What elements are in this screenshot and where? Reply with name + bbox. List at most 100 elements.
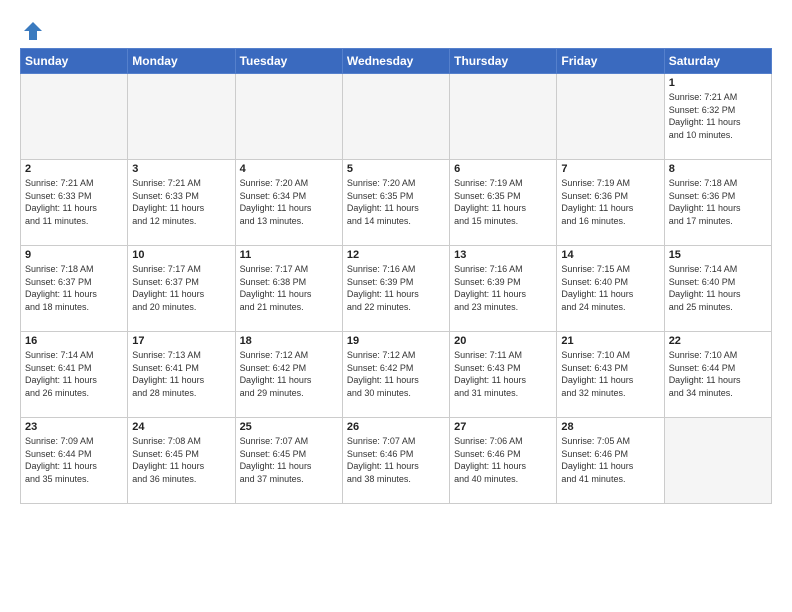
calendar-cell	[664, 418, 771, 504]
day-info: Sunrise: 7:19 AM Sunset: 6:35 PM Dayligh…	[454, 177, 552, 227]
calendar-cell: 28 Sunrise: 7:05 AM Sunset: 6:46 PM Dayli…	[557, 418, 664, 504]
day-number: 10	[132, 249, 230, 261]
calendar-cell: 8 Sunrise: 7:18 AM Sunset: 6:36 PM Daylig…	[664, 160, 771, 246]
weekday-header-sunday: Sunday	[21, 49, 128, 74]
day-number: 1	[669, 77, 767, 89]
day-info: Sunrise: 7:18 AM Sunset: 6:36 PM Dayligh…	[669, 177, 767, 227]
day-info: Sunrise: 7:14 AM Sunset: 6:40 PM Dayligh…	[669, 263, 767, 313]
calendar-cell	[128, 74, 235, 160]
day-number: 4	[240, 163, 338, 175]
day-number: 13	[454, 249, 552, 261]
day-number: 20	[454, 335, 552, 347]
day-info: Sunrise: 7:17 AM Sunset: 6:37 PM Dayligh…	[132, 263, 230, 313]
calendar-cell: 5Sunrise: 7:20 AM Sunset: 6:35 PM Daylig…	[342, 160, 449, 246]
calendar-cell: 26 Sunrise: 7:07 AM Sunset: 6:46 PM Dayli…	[342, 418, 449, 504]
day-info: Sunrise: 7:12 AM Sunset: 6:42 PM Dayligh…	[347, 349, 445, 399]
day-number: 2	[25, 163, 123, 175]
day-number: 14	[561, 249, 659, 261]
day-number: 9	[25, 249, 123, 261]
day-number: 8	[669, 163, 767, 175]
day-number: 7	[561, 163, 659, 175]
weekday-header-friday: Friday	[557, 49, 664, 74]
weekday-header-row: SundayMondayTuesdayWednesdayThursdayFrid…	[21, 49, 772, 74]
day-number: 24	[132, 421, 230, 433]
day-info: Sunrise: 7:20 AM Sunset: 6:34 PM Dayligh…	[240, 177, 338, 227]
day-info: Sunrise: 7:10 AM Sunset: 6:43 PM Dayligh…	[561, 349, 659, 399]
weekday-header-tuesday: Tuesday	[235, 49, 342, 74]
day-info: Sunrise: 7:15 AM Sunset: 6:40 PM Dayligh…	[561, 263, 659, 313]
day-info: Sunrise: 7:19 AM Sunset: 6:36 PM Dayligh…	[561, 177, 659, 227]
day-number: 26	[347, 421, 445, 433]
calendar-week-2: 2 Sunrise: 7:21 AM Sunset: 6:33 PM Daylig…	[21, 160, 772, 246]
day-info: Sunrise: 7:10 AM Sunset: 6:44 PM Dayligh…	[669, 349, 767, 399]
day-info: Sunrise: 7:05 AM Sunset: 6:46 PM Dayligh…	[561, 435, 659, 485]
calendar-cell: 11 Sunrise: 7:17 AM Sunset: 6:38 PM Dayli…	[235, 246, 342, 332]
day-info: Sunrise: 7:20 AM Sunset: 6:35 PM Dayligh…	[347, 177, 445, 227]
calendar-cell: 16 Sunrise: 7:14 AM Sunset: 6:41 PM Dayli…	[21, 332, 128, 418]
calendar-week-5: 23Sunrise: 7:09 AM Sunset: 6:44 PM Dayli…	[21, 418, 772, 504]
day-number: 25	[240, 421, 338, 433]
calendar-cell: 6 Sunrise: 7:19 AM Sunset: 6:35 PM Daylig…	[450, 160, 557, 246]
day-number: 15	[669, 249, 767, 261]
calendar-week-3: 9Sunrise: 7:18 AM Sunset: 6:37 PM Daylig…	[21, 246, 772, 332]
weekday-header-thursday: Thursday	[450, 49, 557, 74]
day-number: 19	[347, 335, 445, 347]
day-number: 18	[240, 335, 338, 347]
calendar-cell: 4 Sunrise: 7:20 AM Sunset: 6:34 PM Daylig…	[235, 160, 342, 246]
calendar-cell: 7 Sunrise: 7:19 AM Sunset: 6:36 PM Daylig…	[557, 160, 664, 246]
day-info: Sunrise: 7:07 AM Sunset: 6:45 PM Dayligh…	[240, 435, 338, 485]
calendar-cell: 25 Sunrise: 7:07 AM Sunset: 6:45 PM Dayli…	[235, 418, 342, 504]
day-number: 6	[454, 163, 552, 175]
header	[20, 20, 772, 38]
day-number: 16	[25, 335, 123, 347]
day-info: Sunrise: 7:21 AM Sunset: 6:32 PM Dayligh…	[669, 91, 767, 141]
day-info: Sunrise: 7:11 AM Sunset: 6:43 PM Dayligh…	[454, 349, 552, 399]
day-info: Sunrise: 7:21 AM Sunset: 6:33 PM Dayligh…	[25, 177, 123, 227]
day-info: Sunrise: 7:06 AM Sunset: 6:46 PM Dayligh…	[454, 435, 552, 485]
day-number: 12	[347, 249, 445, 261]
day-number: 3	[132, 163, 230, 175]
calendar-week-4: 16 Sunrise: 7:14 AM Sunset: 6:41 PM Dayli…	[21, 332, 772, 418]
calendar-cell: 19 Sunrise: 7:12 AM Sunset: 6:42 PM Dayli…	[342, 332, 449, 418]
day-info: Sunrise: 7:16 AM Sunset: 6:39 PM Dayligh…	[454, 263, 552, 313]
day-info: Sunrise: 7:08 AM Sunset: 6:45 PM Dayligh…	[132, 435, 230, 485]
calendar-cell	[557, 74, 664, 160]
calendar-cell	[21, 74, 128, 160]
day-info: Sunrise: 7:13 AM Sunset: 6:41 PM Dayligh…	[132, 349, 230, 399]
calendar-cell	[450, 74, 557, 160]
day-number: 22	[669, 335, 767, 347]
day-info: Sunrise: 7:17 AM Sunset: 6:38 PM Dayligh…	[240, 263, 338, 313]
calendar-cell: 3 Sunrise: 7:21 AM Sunset: 6:33 PM Daylig…	[128, 160, 235, 246]
day-number: 27	[454, 421, 552, 433]
logo-icon	[22, 20, 44, 42]
day-info: Sunrise: 7:12 AM Sunset: 6:42 PM Dayligh…	[240, 349, 338, 399]
calendar-cell	[342, 74, 449, 160]
calendar-cell: 23Sunrise: 7:09 AM Sunset: 6:44 PM Dayli…	[21, 418, 128, 504]
day-info: Sunrise: 7:21 AM Sunset: 6:33 PM Dayligh…	[132, 177, 230, 227]
day-info: Sunrise: 7:07 AM Sunset: 6:46 PM Dayligh…	[347, 435, 445, 485]
calendar-cell: 17 Sunrise: 7:13 AM Sunset: 6:41 PM Dayli…	[128, 332, 235, 418]
calendar-cell: 2 Sunrise: 7:21 AM Sunset: 6:33 PM Daylig…	[21, 160, 128, 246]
calendar-cell: 14 Sunrise: 7:15 AM Sunset: 6:40 PM Dayli…	[557, 246, 664, 332]
logo	[20, 20, 44, 38]
calendar-cell: 22 Sunrise: 7:10 AM Sunset: 6:44 PM Dayli…	[664, 332, 771, 418]
calendar-cell: 20 Sunrise: 7:11 AM Sunset: 6:43 PM Dayli…	[450, 332, 557, 418]
day-number: 11	[240, 249, 338, 261]
calendar-week-1: 1 Sunrise: 7:21 AM Sunset: 6:32 PM Daylig…	[21, 74, 772, 160]
calendar-cell: 9Sunrise: 7:18 AM Sunset: 6:37 PM Daylig…	[21, 246, 128, 332]
day-info: Sunrise: 7:14 AM Sunset: 6:41 PM Dayligh…	[25, 349, 123, 399]
calendar-cell: 12Sunrise: 7:16 AM Sunset: 6:39 PM Dayli…	[342, 246, 449, 332]
calendar-cell: 27 Sunrise: 7:06 AM Sunset: 6:46 PM Dayli…	[450, 418, 557, 504]
day-number: 28	[561, 421, 659, 433]
calendar-cell: 24 Sunrise: 7:08 AM Sunset: 6:45 PM Dayli…	[128, 418, 235, 504]
calendar-cell: 10 Sunrise: 7:17 AM Sunset: 6:37 PM Dayli…	[128, 246, 235, 332]
calendar-cell: 21 Sunrise: 7:10 AM Sunset: 6:43 PM Dayli…	[557, 332, 664, 418]
calendar-table: SundayMondayTuesdayWednesdayThursdayFrid…	[20, 48, 772, 504]
day-number: 21	[561, 335, 659, 347]
calendar-cell: 1 Sunrise: 7:21 AM Sunset: 6:32 PM Daylig…	[664, 74, 771, 160]
calendar-cell: 15 Sunrise: 7:14 AM Sunset: 6:40 PM Dayli…	[664, 246, 771, 332]
day-number: 17	[132, 335, 230, 347]
calendar-cell: 18 Sunrise: 7:12 AM Sunset: 6:42 PM Dayli…	[235, 332, 342, 418]
calendar-cell	[235, 74, 342, 160]
day-number: 23	[25, 421, 123, 433]
